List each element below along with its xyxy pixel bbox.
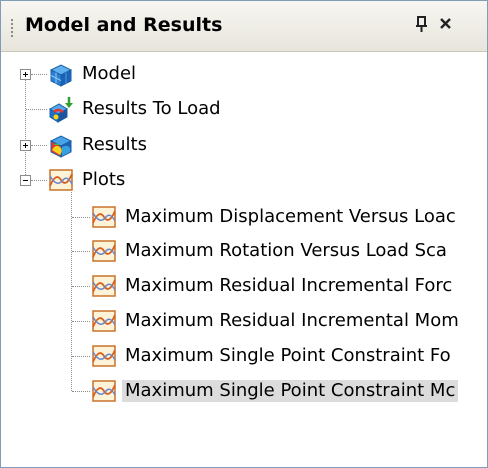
tree-node-label: Maximum Single Point Constraint Fo xyxy=(125,345,451,366)
plot-icon xyxy=(92,240,116,262)
tree-node-model[interactable]: Model xyxy=(47,58,247,90)
tree-node-results[interactable]: Results xyxy=(47,129,247,161)
plot-icon xyxy=(92,310,116,332)
close-icon xyxy=(440,18,451,29)
collapse-plots-button[interactable] xyxy=(20,175,31,186)
plot-icon xyxy=(92,380,116,402)
plot-icon xyxy=(92,345,116,367)
tree-node-results-to-load[interactable]: Results To Load xyxy=(47,93,287,125)
results-to-load-icon xyxy=(49,97,73,123)
tree-node-plot-item[interactable]: Maximum Displacement Versus Loac xyxy=(90,201,485,233)
tree-node-label: Plots xyxy=(82,169,126,190)
tree-node-label: Maximum Residual Incremental Mom xyxy=(125,310,459,331)
plot-icon xyxy=(49,169,73,191)
tree-node-plot-item[interactable]: Maximum Single Point Constraint Fo xyxy=(90,340,485,372)
panel-titlebar[interactable]: Model and Results xyxy=(1,1,487,52)
tree-node-label: Results To Load xyxy=(82,98,221,119)
expand-results-button[interactable] xyxy=(20,140,31,151)
tree-view[interactable]: Model Results To Load Results Plots Maxi… xyxy=(1,52,487,467)
expand-model-button[interactable] xyxy=(20,69,31,80)
pin-icon xyxy=(416,16,427,32)
tree-node-label: Maximum Residual Incremental Forc xyxy=(125,275,453,296)
tree-node-plot-item-selected[interactable]: Maximum Single Point Constraint Mc xyxy=(90,375,485,407)
tree-node-label: Results xyxy=(82,134,147,155)
close-button[interactable] xyxy=(435,12,457,36)
tree-node-label: Maximum Displacement Versus Loac xyxy=(125,206,456,227)
plot-icon xyxy=(92,206,116,228)
pin-button[interactable] xyxy=(411,12,433,36)
grip-icon[interactable] xyxy=(10,18,14,38)
tree-node-label: Maximum Single Point Constraint Mc xyxy=(122,380,459,402)
plot-icon xyxy=(92,275,116,297)
tree-node-plots[interactable]: Plots xyxy=(47,164,247,196)
model-cube-icon xyxy=(49,64,73,87)
tree-node-plot-item[interactable]: Maximum Residual Incremental Mom xyxy=(90,305,485,337)
model-and-results-panel: Model and Results Model Results To Load … xyxy=(0,0,488,468)
results-cube-icon xyxy=(49,135,73,158)
tree-node-label: Maximum Rotation Versus Load Sca xyxy=(125,240,447,261)
tree-node-plot-item[interactable]: Maximum Rotation Versus Load Sca xyxy=(90,235,485,267)
tree-node-label: Model xyxy=(82,63,137,84)
tree-node-plot-item[interactable]: Maximum Residual Incremental Forc xyxy=(90,270,485,302)
panel-title: Model and Results xyxy=(25,14,223,36)
